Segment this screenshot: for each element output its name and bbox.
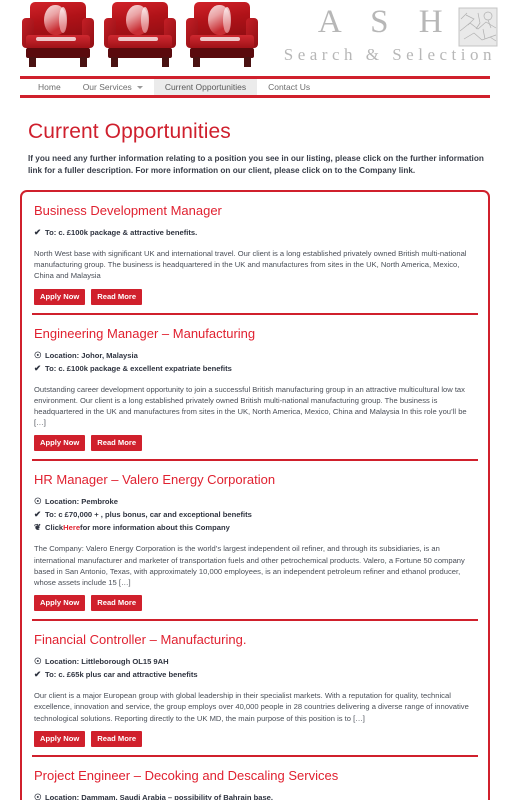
job-title[interactable]: Financial Controller – Manufacturing. xyxy=(34,632,478,648)
job-title[interactable]: Business Development Manager xyxy=(34,203,478,219)
chair-image-1 xyxy=(22,2,94,70)
nav-item-label: Contact Us xyxy=(268,82,311,92)
link-chain-icon: ❦ xyxy=(34,522,42,533)
page-intro-text: If you need any further information rela… xyxy=(28,154,484,175)
job-salary: ✔ To: c. £65k plus car and attractive be… xyxy=(34,668,478,681)
job-salary: ✔ To: c. £100k package & attractive bene… xyxy=(34,226,478,239)
job-salary: ✔ To: c £70,000 + , plus bonus, car and … xyxy=(34,508,478,521)
check-icon: ✔ xyxy=(34,227,42,237)
header-chair-images xyxy=(22,2,258,70)
location-pin-icon: ☉ xyxy=(34,349,42,360)
location-pin-icon: ☉ xyxy=(34,791,42,800)
job-location: ☉ Location: Johor, Malaysia xyxy=(34,349,478,362)
job-description: North West base with significant UK and … xyxy=(34,249,467,281)
main-navigation: Home Our Services Current Opportunities … xyxy=(20,76,490,98)
location-pin-icon: ☉ xyxy=(34,496,42,507)
company-info-link[interactable]: Here xyxy=(63,521,80,534)
nav-list: Home Our Services Current Opportunities … xyxy=(20,79,490,95)
job-listing-item: Engineering Manager – Manufacturing ☉ Lo… xyxy=(32,312,478,460)
check-icon: ✔ xyxy=(34,509,42,520)
apply-now-button[interactable]: Apply Now xyxy=(34,730,86,747)
read-more-button[interactable]: Read More xyxy=(91,595,143,612)
job-title[interactable]: HR Manager – Valero Energy Corporation xyxy=(34,472,478,488)
nav-item-home[interactable]: Home xyxy=(20,79,72,95)
job-location-text: Location: Dammam, Saudi Arabia – possibi… xyxy=(45,792,274,800)
job-location: ☉ Location: Littleborough OL15 9AH xyxy=(34,655,478,668)
site-logo[interactable]: A S H Search & Selection xyxy=(284,4,498,65)
job-actions: Apply Now Read More xyxy=(34,730,478,747)
nav-item-contact-us[interactable]: Contact Us xyxy=(257,79,321,95)
apply-now-button[interactable]: Apply Now xyxy=(34,435,86,452)
apply-now-button[interactable]: Apply Now xyxy=(34,288,86,305)
job-location-text: Location: Littleborough OL15 9AH xyxy=(45,657,169,667)
chair-image-2 xyxy=(104,2,176,70)
apply-now-button[interactable]: Apply Now xyxy=(34,595,86,612)
job-title[interactable]: Project Engineer – Decoking and Descalin… xyxy=(34,768,478,784)
job-actions: Apply Now Read More xyxy=(34,595,478,612)
job-location: ☉ Location: Dammam, Saudi Arabia – possi… xyxy=(34,791,478,800)
job-company-link-row: ❦ Click Here for more information about … xyxy=(34,521,478,534)
chevron-down-icon xyxy=(136,85,143,89)
job-salary-text: To: c. £100k package & attractive benefi… xyxy=(45,228,198,237)
job-title[interactable]: Engineering Manager – Manufacturing xyxy=(34,326,478,342)
job-description: Outstanding career development opportuni… xyxy=(34,384,467,428)
sketch-square-icon xyxy=(458,7,498,47)
job-description: The Company: Valero Energy Corporation i… xyxy=(34,544,465,588)
logo-tagline: Search & Selection xyxy=(283,45,496,64)
job-listing-item: HR Manager – Valero Energy Corporation ☉… xyxy=(32,459,478,619)
page-title: Current Opportunities xyxy=(28,120,231,143)
nav-item-current-opportunities[interactable]: Current Opportunities xyxy=(153,79,258,95)
company-link-prefix: Click xyxy=(45,523,64,533)
job-listing-item: Financial Controller – Manufacturing. ☉ … xyxy=(32,619,478,755)
page-content: Current Opportunities If you need any fu… xyxy=(0,120,510,800)
nav-item-label: Home xyxy=(38,82,61,92)
job-actions: Apply Now Read More xyxy=(34,288,478,305)
job-salary-text: To: c. £65k plus car and attractive bene… xyxy=(45,670,198,680)
nav-item-our-services[interactable]: Our Services xyxy=(72,79,154,95)
job-location-text: Location: Pembroke xyxy=(45,497,118,507)
location-pin-icon: ☉ xyxy=(34,656,42,667)
job-listing-item: Project Engineer – Decoking and Descalin… xyxy=(32,754,478,800)
job-location: ☉ Location: Pembroke xyxy=(34,495,478,508)
site-header: A S H Search & Selection xyxy=(0,0,510,76)
job-listing-item: Business Development Manager ✔ To: c. £1… xyxy=(32,192,478,313)
job-salary: ✔ To: c. £100k package & excellent expat… xyxy=(34,362,478,375)
nav-item-label: Current Opportunities xyxy=(164,82,247,92)
job-salary-text: To: c £70,000 + , plus bonus, car and ex… xyxy=(45,510,252,520)
read-more-button[interactable]: Read More xyxy=(91,730,143,747)
job-salary-text: To: c. £100k package & excellent expatri… xyxy=(45,363,232,373)
job-actions: Apply Now Read More xyxy=(34,435,478,452)
check-icon: ✔ xyxy=(34,669,42,680)
chair-image-3 xyxy=(186,2,258,70)
check-icon: ✔ xyxy=(34,362,42,373)
logo-initials: A S H xyxy=(317,4,454,40)
read-more-button[interactable]: Read More xyxy=(91,435,143,452)
nav-item-label: Our Services xyxy=(82,82,132,92)
company-link-suffix: for more information about this Company xyxy=(80,523,230,533)
read-more-button[interactable]: Read More xyxy=(91,288,143,305)
job-listing-box: Business Development Manager ✔ To: c. £1… xyxy=(20,190,490,800)
job-location-text: Location: Johor, Malaysia xyxy=(45,350,138,360)
job-description: Our client is a major European group wit… xyxy=(34,691,469,723)
